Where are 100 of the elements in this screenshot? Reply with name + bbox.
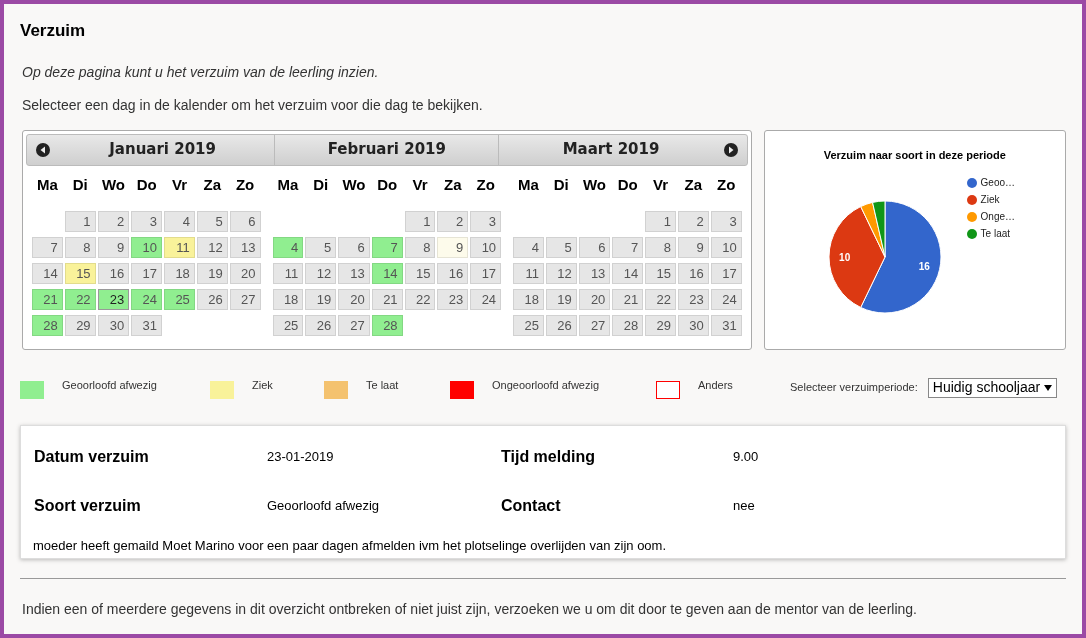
calendar-day[interactable]: 2 (97, 211, 130, 232)
calendar-day[interactable]: 10 (470, 237, 502, 258)
calendar-day[interactable]: 12 (305, 263, 337, 284)
calendar-day[interactable]: 25 (164, 289, 195, 310)
calendar-day[interactable]: 17 (710, 263, 742, 284)
calendar-day[interactable]: 3 (470, 211, 502, 232)
calendar-day[interactable]: 14 (612, 263, 644, 284)
calendar-day[interactable]: 10 (131, 237, 163, 258)
calendar-day[interactable]: 5 (196, 211, 228, 232)
calendar-day[interactable]: 9 (97, 237, 130, 258)
next-month-icon[interactable] (722, 141, 739, 158)
calendar-day[interactable]: 19 (196, 263, 228, 284)
calendar-day[interactable]: 7 (612, 237, 644, 258)
calendar-day[interactable]: 9 (677, 237, 709, 258)
calendar-day[interactable]: 13 (338, 263, 370, 284)
calendar-day[interactable]: 8 (64, 237, 96, 258)
calendar-day[interactable]: 16 (677, 263, 709, 284)
calendar-day[interactable]: 7 (32, 237, 63, 258)
calendar-day[interactable]: 20 (578, 289, 611, 310)
calendar-day[interactable]: 1 (645, 211, 676, 232)
calendar-day[interactable]: 13 (578, 263, 611, 284)
calendar-day[interactable]: 12 (545, 263, 577, 284)
calendar-day[interactable]: 6 (338, 237, 370, 258)
calendar-day[interactable]: 19 (545, 289, 577, 310)
calendar-day[interactable]: 26 (196, 289, 228, 310)
calendar-day[interactable]: 15 (64, 263, 96, 284)
dropdown-caret-icon (1044, 384, 1053, 391)
calendar-day[interactable]: 5 (305, 237, 337, 258)
calendar-day[interactable]: 3 (710, 211, 742, 232)
calendar-day[interactable]: 21 (371, 289, 403, 310)
calendar-day[interactable]: 30 (97, 315, 130, 336)
calendar-day[interactable]: 1 (404, 211, 436, 232)
calendar-day[interactable]: 27 (338, 315, 370, 336)
calendar-day[interactable]: 2 (677, 211, 709, 232)
calendar-day[interactable]: 18 (164, 263, 195, 284)
calendar-day[interactable]: 16 (97, 263, 130, 284)
calendar-day[interactable]: 19 (305, 289, 337, 310)
calendar-day[interactable]: 10 (710, 237, 742, 258)
calendar-day[interactable]: 23 (97, 289, 130, 310)
weekday-label: Ma (35, 174, 59, 195)
calendar-day[interactable]: 24 (710, 289, 742, 310)
calendar-day[interactable]: 31 (710, 315, 742, 336)
calendar-day[interactable]: 28 (371, 315, 403, 336)
calendar-day[interactable]: 18 (513, 289, 544, 310)
slice-value: 10 (838, 252, 850, 263)
calendar-day[interactable]: 22 (645, 289, 676, 310)
calendar-day[interactable]: 22 (404, 289, 436, 310)
calendar-day[interactable]: 4 (513, 237, 544, 258)
calendar-day[interactable]: 2 (437, 211, 469, 232)
calendar-day[interactable]: 26 (305, 315, 337, 336)
field-label: Contact (501, 495, 562, 516)
calendar-day[interactable]: 27 (229, 289, 261, 310)
calendar-day[interactable]: 27 (578, 315, 611, 336)
period-dropdown[interactable]: Huidig schooljaar (927, 377, 1058, 398)
field-label: Datum verzuim (34, 446, 150, 467)
calendar-day[interactable]: 21 (612, 289, 644, 310)
calendar-day[interactable]: 23 (677, 289, 709, 310)
calendar-day[interactable]: 14 (371, 263, 403, 284)
calendar-day[interactable]: 5 (545, 237, 577, 258)
calendar-day[interactable]: 17 (131, 263, 163, 284)
calendar-day[interactable]: 23 (437, 289, 469, 310)
calendar-day[interactable]: 24 (131, 289, 163, 310)
calendar-day[interactable]: 25 (513, 315, 544, 336)
calendar-day[interactable]: 28 (612, 315, 644, 336)
calendar-day[interactable]: 30 (677, 315, 709, 336)
calendar-day[interactable]: 8 (645, 237, 676, 258)
calendar-day[interactable]: 14 (32, 263, 63, 284)
calendar-day[interactable]: 28 (32, 315, 63, 336)
calendar-day[interactable]: 31 (131, 315, 163, 336)
calendar-day[interactable]: 20 (338, 289, 370, 310)
calendar-day[interactable]: 12 (196, 237, 228, 258)
calendar-day[interactable]: 16 (437, 263, 469, 284)
calendar-day[interactable]: 11 (272, 263, 304, 284)
calendar-day[interactable]: 4 (272, 237, 304, 258)
calendar-day[interactable]: 11 (513, 263, 544, 284)
calendar-day[interactable]: 26 (545, 315, 577, 336)
calendar-day[interactable]: 25 (272, 315, 304, 336)
calendar-day[interactable]: 9 (437, 237, 469, 258)
calendar-day[interactable]: 29 (645, 315, 676, 336)
weekday-label: Vr (652, 174, 670, 195)
calendar-day[interactable]: 1 (64, 211, 96, 232)
calendar-day[interactable]: 21 (32, 289, 63, 310)
calendar-day[interactable]: 20 (229, 263, 261, 284)
calendar-day[interactable]: 3 (131, 211, 163, 232)
previous-month-icon[interactable] (35, 141, 51, 158)
calendar-day[interactable]: 13 (229, 237, 261, 258)
calendar-day[interactable]: 7 (371, 237, 403, 258)
calendar-day[interactable]: 24 (470, 289, 502, 310)
calendar-day[interactable]: 6 (578, 237, 611, 258)
calendar-day[interactable]: 17 (470, 263, 502, 284)
calendar-day[interactable]: 6 (229, 211, 261, 232)
calendar-day[interactable]: 22 (64, 289, 96, 310)
calendar-day[interactable]: 11 (164, 237, 195, 258)
calendar-day[interactable]: 15 (645, 263, 676, 284)
calendar-day[interactable]: 4 (164, 211, 195, 232)
calendar-day[interactable]: 8 (404, 237, 436, 258)
weekday-label: Di (552, 174, 570, 195)
calendar-day[interactable]: 18 (272, 289, 304, 310)
calendar-day[interactable]: 15 (404, 263, 436, 284)
calendar-day[interactable]: 29 (64, 315, 96, 336)
